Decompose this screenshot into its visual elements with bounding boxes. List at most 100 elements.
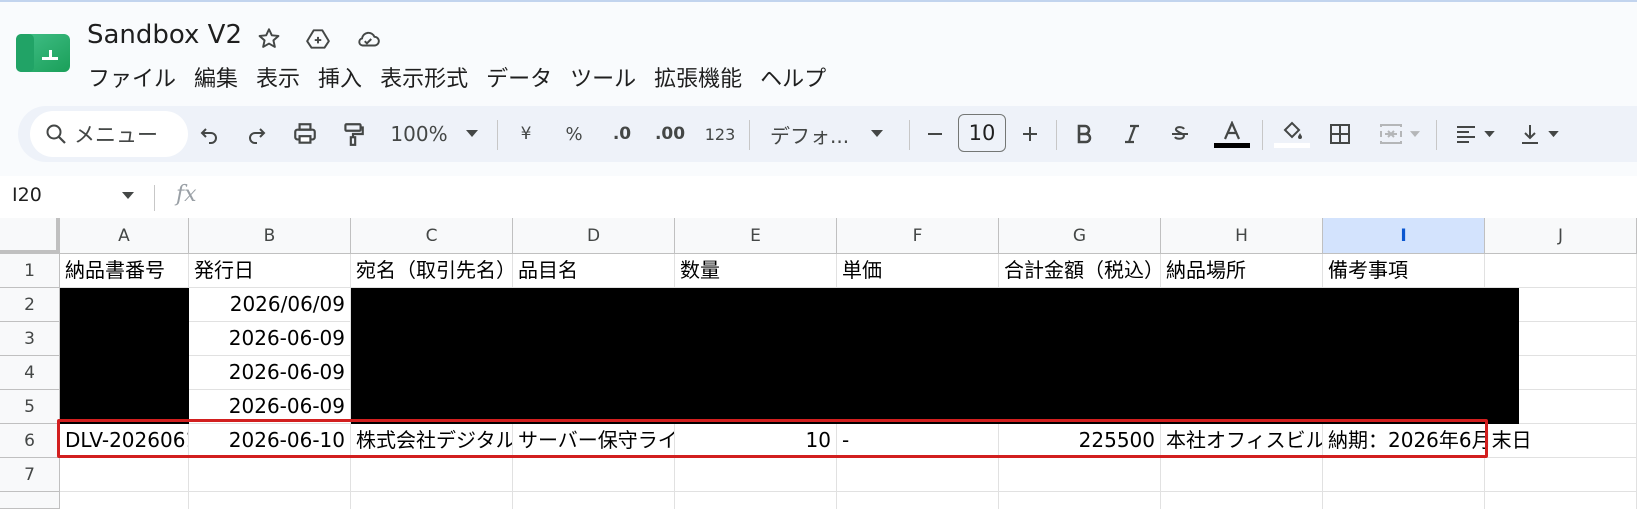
zoom-select[interactable]: 100% (384, 106, 484, 162)
horizontal-align-button[interactable] (1446, 106, 1502, 162)
cloud-saved-icon[interactable] (355, 26, 381, 52)
increase-decimal-button[interactable]: .00 (650, 106, 690, 162)
fill-color-button[interactable] (1272, 106, 1312, 162)
menu-file[interactable]: ファイル (79, 61, 185, 93)
print-button[interactable] (288, 106, 322, 162)
vertical-align-button[interactable] (1510, 106, 1566, 162)
merge-cells-button[interactable] (1371, 106, 1427, 162)
row-header-6[interactable]: 6 (0, 424, 60, 458)
menu-help[interactable]: ヘルプ (751, 61, 835, 93)
formula-input[interactable] (210, 178, 1630, 216)
cell-h8[interactable] (1161, 492, 1323, 509)
menu-search[interactable]: メニュー (30, 111, 188, 157)
cell-c1[interactable]: 宛名（取引先名） (351, 254, 513, 288)
cell-j1[interactable] (1485, 254, 1637, 288)
cell-f1[interactable]: 単価 (837, 254, 999, 288)
cell-g8[interactable] (999, 492, 1161, 509)
cell-j8[interactable] (1485, 492, 1637, 509)
name-box[interactable]: I20 (12, 184, 42, 206)
cell-b1[interactable]: 発行日 (189, 254, 351, 288)
cell-j7[interactable] (1485, 458, 1637, 492)
column-header-h[interactable]: H (1161, 218, 1323, 254)
select-all-corner[interactable] (0, 218, 60, 254)
cell-i7[interactable] (1323, 458, 1485, 492)
column-header-e[interactable]: E (675, 218, 837, 254)
number-format-button[interactable]: 123 (700, 106, 740, 162)
text-color-button[interactable] (1212, 106, 1252, 162)
redo-button[interactable] (240, 106, 274, 162)
decrease-decimal-button[interactable]: .0 (604, 106, 640, 162)
redo-icon (249, 128, 266, 144)
cell-h7[interactable] (1161, 458, 1323, 492)
increase-font-size-button[interactable] (1015, 106, 1045, 162)
row-header-2[interactable]: 2 (0, 288, 60, 322)
cell-e1[interactable]: 数量 (675, 254, 837, 288)
chevron-down-icon[interactable] (122, 192, 134, 200)
column-header-c[interactable]: C (351, 218, 513, 254)
cell-d8[interactable] (513, 492, 675, 509)
column-header-a[interactable]: A (60, 218, 189, 254)
cell-c8[interactable] (351, 492, 513, 509)
row-header-4[interactable]: 4 (0, 356, 60, 390)
cell-d7[interactable] (513, 458, 675, 492)
chevron-down-icon (1547, 130, 1559, 137)
menu-edit[interactable]: 編集 (185, 61, 247, 93)
cell-g1[interactable]: 合計金額（税込） (999, 254, 1161, 288)
cell-g7[interactable] (999, 458, 1161, 492)
currency-format-button[interactable]: ¥ (510, 106, 542, 162)
column-header-g[interactable]: G (999, 218, 1161, 254)
font-select[interactable]: デフォ... (770, 106, 900, 162)
toolbar-divider (1056, 120, 1057, 150)
row-header-1[interactable]: 1 (0, 254, 60, 288)
chevron-down-icon (871, 130, 884, 137)
zoom-value: 100% (390, 122, 448, 146)
cell-f8[interactable] (837, 492, 999, 509)
cell-b7[interactable] (189, 458, 351, 492)
cell-b8[interactable] (189, 492, 351, 509)
cell-a8[interactable] (60, 492, 189, 509)
row-header-3[interactable]: 3 (0, 322, 60, 356)
column-header-f[interactable]: F (837, 218, 999, 254)
cell-i8[interactable] (1323, 492, 1485, 509)
menu-format[interactable]: 表示形式 (371, 61, 477, 93)
sheets-logo-icon[interactable] (16, 34, 70, 72)
cell-b2[interactable]: 2026/06/09 (189, 288, 351, 322)
font-size-input[interactable]: 10 (958, 114, 1006, 152)
move-to-drive-icon[interactable] (305, 26, 331, 52)
column-header-j[interactable]: J (1485, 218, 1637, 254)
cell-b4[interactable]: 2026-06-09 (189, 356, 351, 390)
menu-data[interactable]: データ (477, 61, 561, 93)
decrease-font-size-button[interactable] (920, 106, 950, 162)
italic-icon (1125, 124, 1139, 144)
cell-c7[interactable] (351, 458, 513, 492)
column-header-i[interactable]: I (1323, 218, 1485, 254)
italic-button[interactable] (1116, 106, 1148, 162)
menu-tools[interactable]: ツール (561, 61, 645, 93)
text-color-icon (1223, 120, 1241, 139)
cell-e7[interactable] (675, 458, 837, 492)
column-header-d[interactable]: D (513, 218, 675, 254)
row-header-8[interactable] (0, 492, 60, 509)
paint-format-button[interactable] (336, 106, 370, 162)
percent-format-button[interactable]: % (558, 106, 590, 162)
menu-extensions[interactable]: 拡張機能 (645, 61, 751, 93)
cell-i1[interactable]: 備考事項 (1323, 254, 1485, 288)
strikethrough-button[interactable] (1164, 106, 1196, 162)
star-icon[interactable] (256, 26, 282, 52)
undo-button[interactable] (192, 106, 226, 162)
cell-f7[interactable] (837, 458, 999, 492)
cell-a7[interactable] (60, 458, 189, 492)
cell-a1[interactable]: 納品書番号 (60, 254, 189, 288)
row-header-5[interactable]: 5 (0, 390, 60, 424)
row-header-7[interactable]: 7 (0, 458, 60, 492)
cell-e8[interactable] (675, 492, 837, 509)
menu-view[interactable]: 表示 (247, 61, 309, 93)
cell-h1[interactable]: 納品場所 (1161, 254, 1323, 288)
menu-insert[interactable]: 挿入 (309, 61, 371, 93)
column-header-b[interactable]: B (189, 218, 351, 254)
borders-button[interactable] (1323, 106, 1357, 162)
cell-b3[interactable]: 2026-06-09 (189, 322, 351, 356)
cell-d1[interactable]: 品目名 (513, 254, 675, 288)
document-title[interactable]: Sandbox V2 (87, 20, 242, 50)
bold-button[interactable] (1068, 106, 1100, 162)
